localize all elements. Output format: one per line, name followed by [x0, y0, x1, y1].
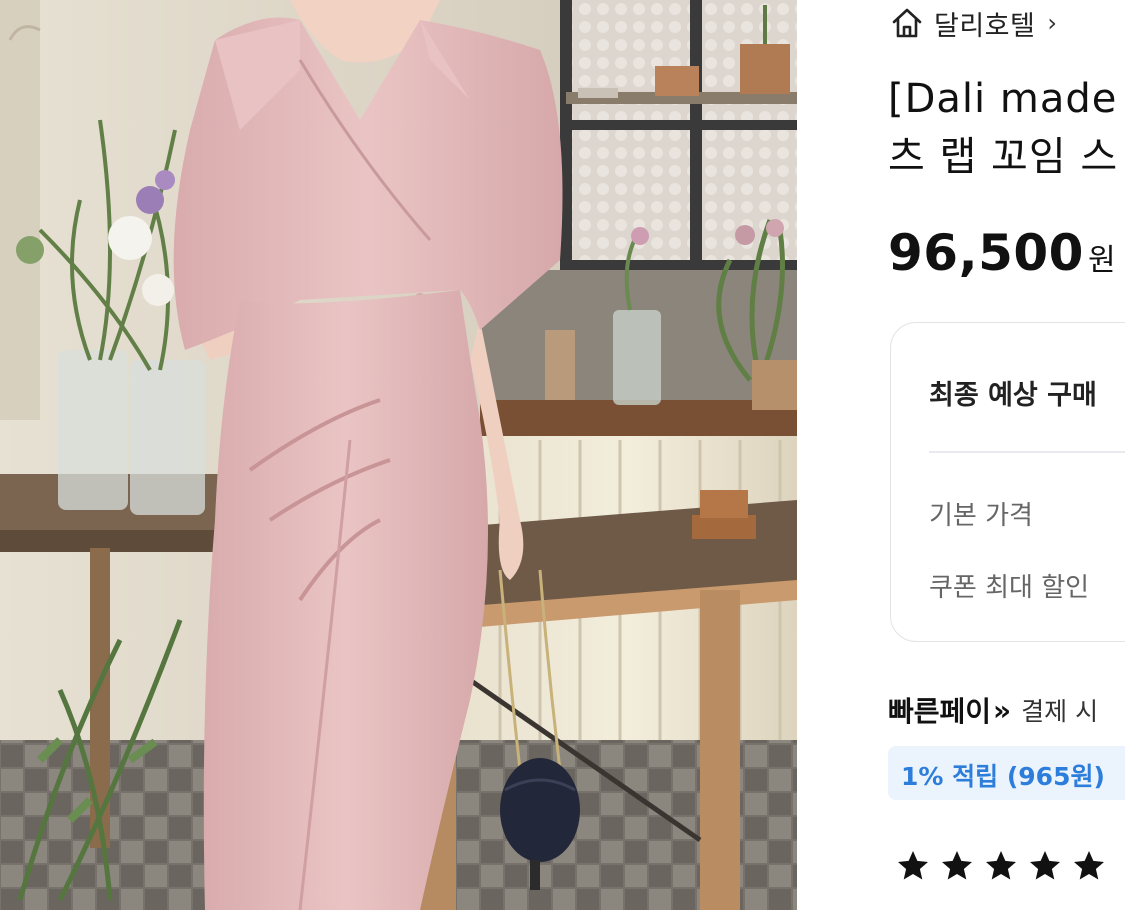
base-price-label: 기본 가격 — [929, 501, 1033, 531]
final-price-box[interactable]: 최종 예상 구매 기본 가격 쿠폰 최대 할인 — [890, 322, 1125, 642]
double-chevron-icon: » — [993, 693, 1012, 727]
product-title-line-1: [Dali made — [888, 76, 1118, 122]
reward-badge: 1% 적립 (965원) — [888, 746, 1125, 800]
star-icon — [986, 851, 1016, 880]
price-amount: 96,500 — [888, 224, 1084, 282]
home-icon — [890, 6, 924, 40]
final-price-title: 최종 예상 구매 — [929, 380, 1097, 411]
chevron-right-icon: › — [1047, 9, 1057, 37]
product-photo-illustration — [0, 0, 797, 910]
price-currency: 원 — [1087, 243, 1116, 278]
product-title: [Dali made 츠 랩 꼬임 스 — [888, 70, 1118, 186]
product-price: 96,500 원 — [888, 224, 1116, 282]
breadcrumb-store-name: 달리호텔 — [934, 10, 1036, 42]
fast-pay-row[interactable]: 빠른페이» 결제 시 — [888, 690, 1098, 730]
star-icon — [898, 851, 928, 880]
star-icon — [942, 851, 972, 880]
fast-pay-text: 결제 시 — [1021, 697, 1099, 726]
product-info-panel: 달리호텔 › [Dali made 츠 랩 꼬임 스 96,500 원 최종 예상… — [797, 0, 1125, 910]
product-title-line-2: 츠 랩 꼬임 스 — [888, 134, 1119, 180]
reward-badge-text: 1% 적립 (965원) — [901, 762, 1105, 791]
coupon-discount-label: 쿠폰 최대 할인 — [929, 573, 1090, 603]
star-icon — [1030, 851, 1060, 880]
divider — [929, 451, 1125, 453]
fast-pay-logo: 빠른페이 — [888, 695, 992, 728]
rating-stars[interactable] — [894, 848, 1108, 884]
star-icon — [1074, 851, 1104, 880]
breadcrumb-store-link[interactable]: 달리호텔 › — [890, 3, 1057, 43]
product-image[interactable] — [0, 0, 797, 910]
